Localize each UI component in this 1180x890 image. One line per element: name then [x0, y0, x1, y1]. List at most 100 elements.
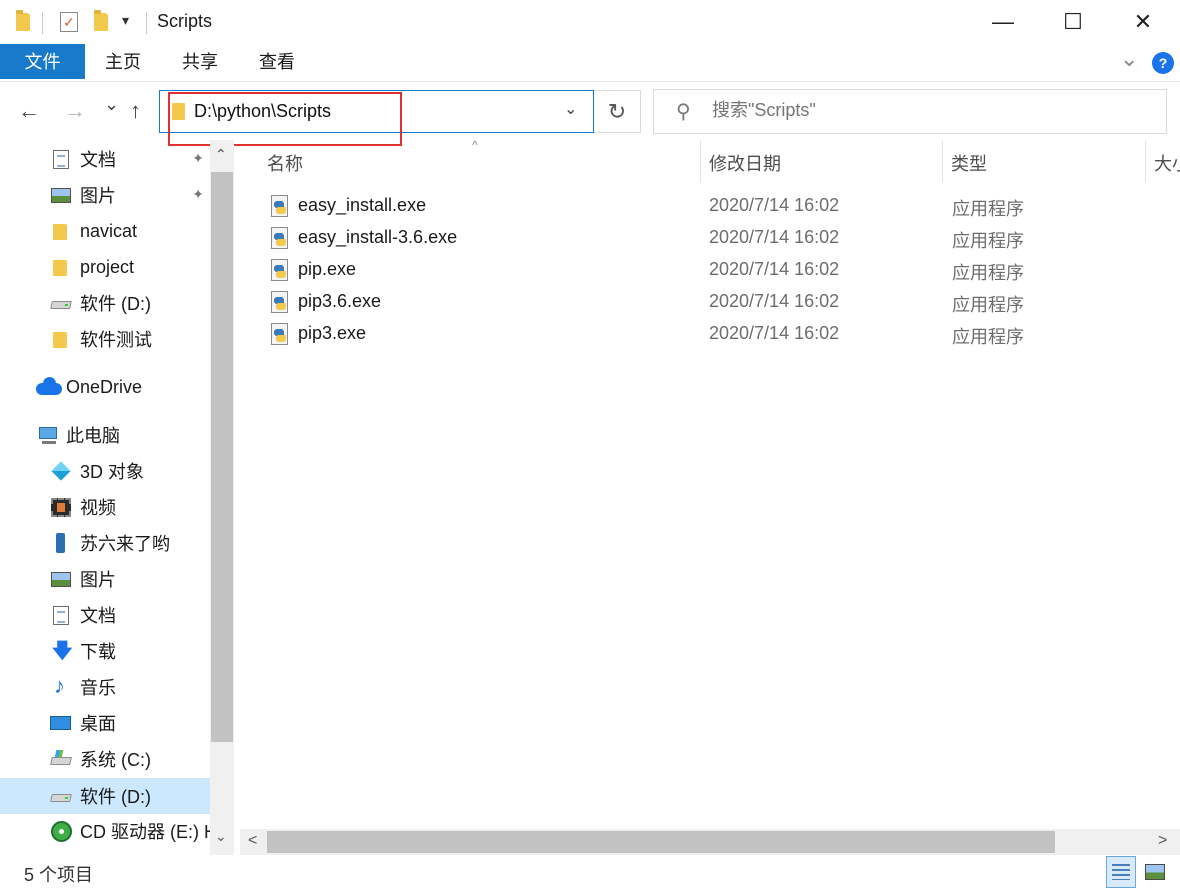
- tab-view[interactable]: 查看: [242, 44, 312, 79]
- address-bar[interactable]: D:\python\Scripts ⌄: [159, 90, 594, 133]
- search-icon: ⚲: [676, 101, 691, 123]
- file-row[interactable]: pip3.exe 2020/7/14 16:02 应用程序: [240, 319, 1180, 351]
- file-name[interactable]: pip3.exe: [298, 323, 366, 344]
- sidebar-item-downloads[interactable]: 🡇 下载: [0, 634, 210, 668]
- close-button[interactable]: ✕: [1108, 0, 1178, 44]
- sidebar-item-3d-objects[interactable]: 3D 对象: [0, 454, 210, 488]
- sidebar-item-label: 图片: [80, 186, 116, 206]
- address-dropdown-icon[interactable]: ⌄: [564, 99, 577, 119]
- file-row[interactable]: easy_install.exe 2020/7/14 16:02 应用程序: [240, 191, 1180, 223]
- sidebar-item-this-pc[interactable]: 此电脑: [0, 418, 210, 452]
- sidebar-item-software-test[interactable]: 软件测试: [0, 322, 210, 356]
- file-row[interactable]: easy_install-3.6.exe 2020/7/14 16:02 应用程…: [240, 223, 1180, 255]
- sidebar-item-project[interactable]: project: [0, 250, 210, 284]
- search-box[interactable]: ⚲: [653, 89, 1167, 134]
- recent-locations-icon[interactable]: ⌄: [104, 94, 119, 115]
- sidebar-item-label: 下载: [80, 642, 116, 662]
- expand-ribbon-icon[interactable]: ⌄: [1120, 46, 1138, 72]
- column-divider[interactable]: [1145, 140, 1146, 182]
- file-modified: 2020/7/14 16:02: [709, 259, 840, 279]
- python-exe-icon: [268, 259, 290, 283]
- column-header-name[interactable]: 名称: [267, 150, 303, 176]
- picture-icon: [50, 569, 72, 589]
- column-divider[interactable]: [700, 140, 701, 182]
- column-header-size[interactable]: 大小: [1154, 150, 1180, 176]
- new-folder-icon[interactable]: [94, 10, 108, 31]
- python-exe-icon: [268, 195, 290, 219]
- back-button[interactable]: ←: [18, 98, 40, 124]
- file-type: 应用程序: [952, 231, 1024, 251]
- pin-icon[interactable]: ✦: [192, 186, 204, 203]
- sidebar-item-music[interactable]: ♪ 音乐: [0, 670, 210, 704]
- sidebar-item-drive-c[interactable]: 系统 (C:): [0, 742, 210, 776]
- sidebar-item-drive-d-quick[interactable]: 软件 (D:): [0, 286, 210, 320]
- navigation-scroll-thumb[interactable]: [211, 172, 233, 742]
- column-divider[interactable]: [942, 140, 943, 182]
- desktop-icon: [50, 713, 72, 733]
- address-path[interactable]: D:\python\Scripts: [194, 101, 331, 122]
- file-list: ^ 名称 修改日期 类型 大小 easy_install.exe 2020/7/…: [240, 138, 1180, 830]
- scroll-left-icon[interactable]: <: [248, 832, 257, 850]
- tab-file[interactable]: 文件: [0, 44, 85, 79]
- minimize-button[interactable]: —: [968, 0, 1038, 44]
- up-button[interactable]: ↑: [130, 98, 141, 124]
- file-modified: 2020/7/14 16:02: [709, 195, 840, 215]
- sidebar-item-label: navicat: [80, 220, 138, 241]
- sidebar-item-documents-pinned[interactable]: 文档 ✦: [0, 142, 210, 176]
- sidebar-item-desktop[interactable]: 桌面: [0, 706, 210, 740]
- details-view-icon: [1112, 864, 1130, 880]
- phone-icon: [50, 533, 72, 553]
- file-name[interactable]: easy_install.exe: [298, 195, 426, 216]
- sidebar-item-navicat[interactable]: navicat: [0, 214, 210, 248]
- quick-access-dropdown-icon[interactable]: ▾: [122, 12, 129, 29]
- sidebar-item-label: 此电脑: [66, 426, 120, 446]
- sidebar-item-label: 桌面: [80, 714, 116, 734]
- properties-icon[interactable]: ✓: [60, 12, 78, 32]
- title-bar: ✓ ▾ Scripts — ☐ ✕: [0, 0, 1180, 44]
- file-name[interactable]: easy_install-3.6.exe: [298, 227, 457, 248]
- column-header-modified[interactable]: 修改日期: [709, 150, 781, 176]
- details-view-button[interactable]: [1106, 856, 1136, 888]
- horizontal-scroll-thumb[interactable]: [267, 831, 1055, 853]
- sidebar-item-phone[interactable]: 苏六来了哟: [0, 526, 210, 560]
- system-drive-icon: [50, 749, 72, 769]
- sidebar-item-onedrive[interactable]: OneDrive: [0, 370, 210, 404]
- scroll-down-icon[interactable]: ⌄: [215, 828, 227, 845]
- column-header-type[interactable]: 类型: [951, 150, 987, 176]
- tab-home[interactable]: 主页: [88, 44, 158, 79]
- file-type: 应用程序: [952, 263, 1024, 283]
- sidebar-item-label: 视频: [80, 498, 116, 518]
- large-icons-view-button[interactable]: [1140, 856, 1170, 888]
- sidebar-item-drive-d[interactable]: 软件 (D:): [0, 778, 210, 814]
- file-explorer-window: ✓ ▾ Scripts — ☐ ✕ 文件 主页 共享 查看 ⌄ ? ← → ⌄ …: [0, 0, 1180, 890]
- sidebar-item-pictures-pinned[interactable]: 图片 ✦: [0, 178, 210, 212]
- tab-share[interactable]: 共享: [164, 44, 236, 79]
- file-name[interactable]: pip.exe: [298, 259, 356, 280]
- scroll-right-icon[interactable]: >: [1158, 832, 1167, 850]
- file-row[interactable]: pip.exe 2020/7/14 16:02 应用程序: [240, 255, 1180, 287]
- sidebar-item-documents[interactable]: 文档: [0, 598, 210, 632]
- divider: [42, 12, 43, 34]
- folder-icon: [172, 103, 185, 120]
- file-row[interactable]: pip3.6.exe 2020/7/14 16:02 应用程序: [240, 287, 1180, 319]
- python-exe-icon: [268, 323, 290, 347]
- search-input[interactable]: [712, 100, 1132, 121]
- large-icons-view-icon: [1145, 864, 1165, 880]
- pin-icon[interactable]: ✦: [192, 150, 204, 167]
- sidebar-item-label: 软件 (D:): [80, 787, 151, 807]
- sidebar-item-label: 软件测试: [80, 330, 152, 350]
- sidebar-item-cd-drive[interactable]: CD 驱动器 (E:) H: [0, 814, 210, 848]
- sidebar-item-videos[interactable]: 视频: [0, 490, 210, 524]
- file-name[interactable]: pip3.6.exe: [298, 291, 381, 312]
- sidebar-item-pictures[interactable]: 图片: [0, 562, 210, 596]
- python-exe-icon: [268, 291, 290, 315]
- status-bar: 5 个项目: [0, 855, 1180, 890]
- ribbon-tabs: 文件 主页 共享 查看 ⌄ ?: [0, 44, 1180, 82]
- forward-button[interactable]: →: [64, 98, 86, 124]
- maximize-button[interactable]: ☐: [1038, 0, 1108, 44]
- help-icon[interactable]: ?: [1152, 52, 1174, 74]
- drive-icon: [50, 293, 72, 313]
- refresh-button[interactable]: ↻: [594, 90, 641, 133]
- cd-drive-icon: [50, 821, 72, 842]
- scroll-up-icon[interactable]: ⌃: [215, 146, 227, 163]
